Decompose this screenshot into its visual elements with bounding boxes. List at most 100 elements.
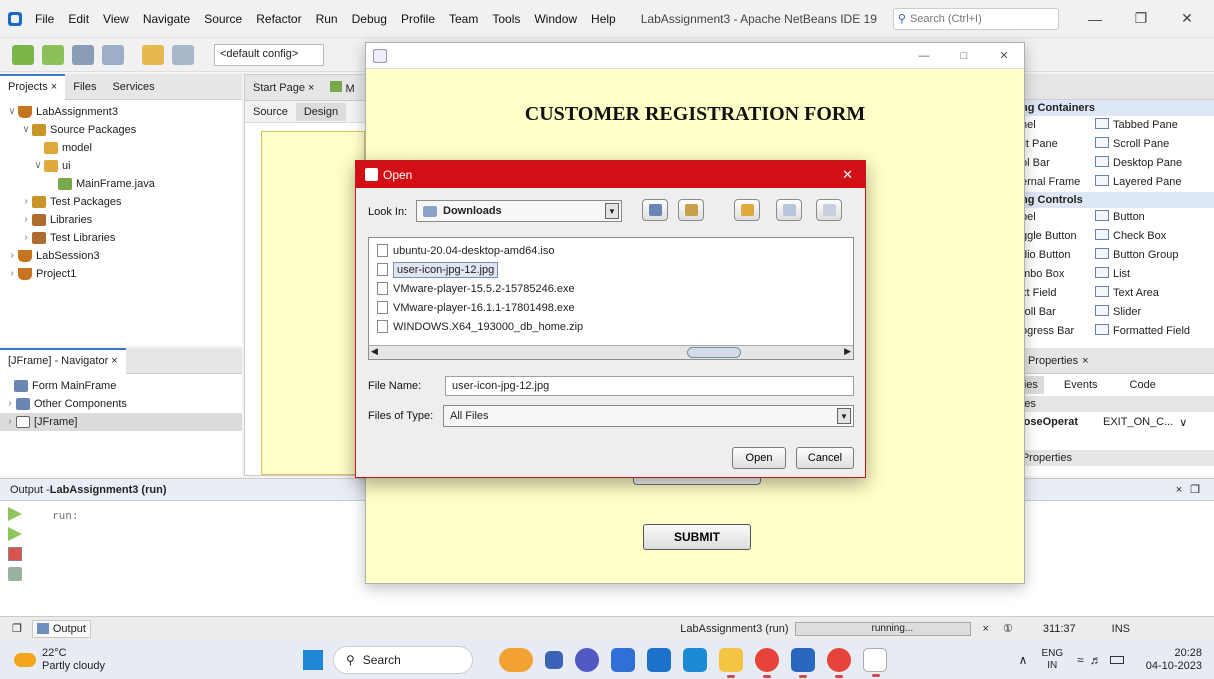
restore-icon[interactable]: ❐ bbox=[1190, 483, 1200, 496]
chrome-icon[interactable] bbox=[754, 647, 779, 678]
tab-source[interactable]: Source bbox=[245, 106, 296, 118]
nav-item-other-components[interactable]: › Other Components bbox=[0, 395, 242, 413]
chevron-down-icon[interactable]: ∨ bbox=[20, 121, 32, 139]
tab-mainframe[interactable]: M bbox=[322, 80, 362, 95]
chevron-right-icon[interactable]: › bbox=[6, 247, 18, 265]
volume-icon[interactable]: ♬ bbox=[1090, 653, 1102, 667]
menu-view[interactable]: View bbox=[96, 12, 136, 26]
home-button[interactable] bbox=[678, 199, 704, 221]
tab-design[interactable]: Design bbox=[295, 102, 347, 121]
cancel-process-icon[interactable]: × bbox=[983, 623, 989, 635]
menu-team[interactable]: Team bbox=[442, 12, 485, 26]
close-icon[interactable]: ✕ bbox=[1164, 10, 1210, 27]
submit-button[interactable]: SUBMIT bbox=[643, 524, 751, 550]
tab-navigator[interactable]: [JFrame] - Navigator × bbox=[0, 347, 126, 374]
chevron-down-icon[interactable]: ∨ bbox=[32, 157, 44, 175]
property-row-default-close[interactable]: tCloseOperat EXIT_ON_C... ∨ bbox=[1005, 412, 1214, 432]
close-icon[interactable]: × bbox=[1082, 355, 1088, 367]
file-item-vmware-16[interactable]: VMware-player-16.1.1-17801498.exe bbox=[369, 298, 853, 317]
close-icon[interactable]: ✕ bbox=[984, 49, 1024, 62]
notifications-icon[interactable]: ① bbox=[1003, 622, 1013, 635]
palette-item-formatted-field[interactable]: Formatted Field bbox=[1095, 322, 1205, 341]
close-icon[interactable]: ✕ bbox=[842, 167, 853, 183]
task-view-icon[interactable] bbox=[544, 650, 563, 669]
settings-icon[interactable] bbox=[8, 567, 22, 581]
file-type-select[interactable]: All Files ▼ bbox=[443, 405, 854, 427]
stop-icon[interactable] bbox=[8, 547, 22, 561]
language-indicator[interactable]: ENG IN bbox=[1041, 648, 1063, 672]
file-item-user-icon-jpg[interactable]: user-icon-jpg-12.jpg bbox=[369, 260, 853, 279]
netbeans-taskbar-icon[interactable] bbox=[790, 647, 815, 678]
tree-item-test-packages[interactable]: › Test Packages bbox=[0, 193, 242, 211]
file-item-ubuntu-iso[interactable]: ubuntu-20.04-desktop-amd64.iso bbox=[369, 241, 853, 260]
menu-tools[interactable]: Tools bbox=[485, 12, 527, 26]
weather-widget[interactable]: 22°C Partly cloudy bbox=[42, 647, 105, 673]
tab-events[interactable]: Events bbox=[1044, 379, 1118, 391]
battery-icon[interactable] bbox=[1109, 655, 1124, 664]
tree-item-test-libraries[interactable]: › Test Libraries bbox=[0, 229, 242, 247]
minimize-icon[interactable]: — bbox=[904, 50, 944, 62]
chevron-down-icon[interactable]: ▼ bbox=[605, 203, 619, 219]
close-icon[interactable]: × bbox=[1176, 484, 1182, 496]
file-explorer-icon[interactable] bbox=[718, 647, 743, 678]
rerun-with-params-icon[interactable] bbox=[8, 527, 22, 541]
menu-navigate[interactable]: Navigate bbox=[136, 12, 197, 26]
palette-item-check-box[interactable]: Check Box bbox=[1095, 227, 1205, 246]
scroll-right-icon[interactable]: ▶ bbox=[844, 346, 851, 357]
palette-category-containers[interactable]: ng Containers bbox=[1005, 100, 1214, 116]
config-select[interactable]: <default config> bbox=[214, 43, 324, 66]
file-item-vmware-15[interactable]: VMware-player-15.5.2-15785246.exe bbox=[369, 279, 853, 298]
look-in-select[interactable]: Downloads ▼ bbox=[416, 200, 622, 222]
palette-item-tabbed-pane[interactable]: Tabbed Pane bbox=[1095, 116, 1205, 135]
new-folder-button[interactable] bbox=[734, 199, 760, 221]
details-view-button[interactable] bbox=[816, 199, 842, 221]
list-view-button[interactable] bbox=[776, 199, 802, 221]
tree-item-ui[interactable]: ∨ ui bbox=[0, 157, 242, 175]
tree-item-model[interactable]: model bbox=[0, 139, 242, 157]
palette-item-slider[interactable]: Slider bbox=[1095, 303, 1205, 322]
palette-item-button[interactable]: Button bbox=[1095, 208, 1205, 227]
java-app-icon[interactable] bbox=[862, 647, 887, 677]
menu-help[interactable]: Help bbox=[584, 12, 623, 26]
chevron-right-icon[interactable]: › bbox=[6, 265, 18, 283]
restore-icon[interactable]: ❐ bbox=[1118, 10, 1164, 27]
palette-item-scroll-pane[interactable]: Scroll Pane bbox=[1095, 135, 1205, 154]
chevron-up-icon[interactable]: ∧ bbox=[1019, 653, 1028, 667]
up-one-level-button[interactable] bbox=[642, 199, 668, 221]
maximize-icon[interactable]: □ bbox=[944, 50, 984, 62]
widget-app-icon[interactable] bbox=[498, 647, 533, 672]
cancel-button[interactable]: Cancel bbox=[796, 447, 854, 469]
wifi-icon[interactable]: ≈ bbox=[1077, 653, 1084, 667]
chevron-right-icon[interactable]: › bbox=[20, 211, 32, 229]
open-project-icon[interactable] bbox=[72, 44, 94, 65]
menu-refactor[interactable]: Refactor bbox=[249, 12, 308, 26]
horizontal-scrollbar[interactable]: ◀ ▶ bbox=[369, 345, 853, 359]
undo-icon[interactable] bbox=[142, 44, 164, 65]
tree-item-labassignment3[interactable]: ∨ LabAssignment3 bbox=[0, 103, 242, 121]
start-icon[interactable] bbox=[302, 649, 323, 670]
taskbar-search[interactable]: ⚲ Search bbox=[332, 645, 473, 674]
tab-services[interactable]: Services bbox=[104, 74, 162, 100]
palette-category-controls[interactable]: ng Controls bbox=[1005, 192, 1214, 208]
ide-search-input[interactable]: ⚲ Search (Ctrl+I) bbox=[892, 7, 1059, 30]
chevron-right-icon[interactable]: › bbox=[4, 395, 16, 413]
tree-item-project1[interactable]: › Project1 bbox=[0, 265, 242, 283]
tree-item-libraries[interactable]: › Libraries bbox=[0, 211, 242, 229]
menu-debug[interactable]: Debug bbox=[345, 12, 394, 26]
output-tab-button[interactable]: Output bbox=[31, 619, 91, 638]
scrollbar-thumb[interactable] bbox=[687, 347, 741, 358]
nav-item-jframe[interactable]: › [JFrame] bbox=[0, 413, 242, 431]
menu-file[interactable]: File bbox=[28, 12, 61, 26]
nav-item-form-mainframe[interactable]: Form MainFrame bbox=[0, 377, 242, 395]
chevron-down-icon[interactable]: ∨ bbox=[6, 103, 18, 121]
new-file-icon[interactable] bbox=[12, 44, 34, 65]
menu-edit[interactable]: Edit bbox=[61, 12, 96, 26]
scroll-left-icon[interactable]: ◀ bbox=[371, 346, 378, 357]
new-project-icon[interactable] bbox=[42, 44, 64, 65]
clock[interactable]: 20:28 04-10-2023 bbox=[1146, 647, 1202, 673]
tree-item-source-packages[interactable]: ∨ Source Packages bbox=[0, 121, 242, 139]
tab-projects[interactable]: Projects × bbox=[0, 73, 66, 100]
open-button[interactable]: Open bbox=[732, 447, 786, 469]
file-name-input[interactable]: user-icon-jpg-12.jpg bbox=[445, 376, 854, 396]
store-icon[interactable] bbox=[610, 647, 635, 672]
